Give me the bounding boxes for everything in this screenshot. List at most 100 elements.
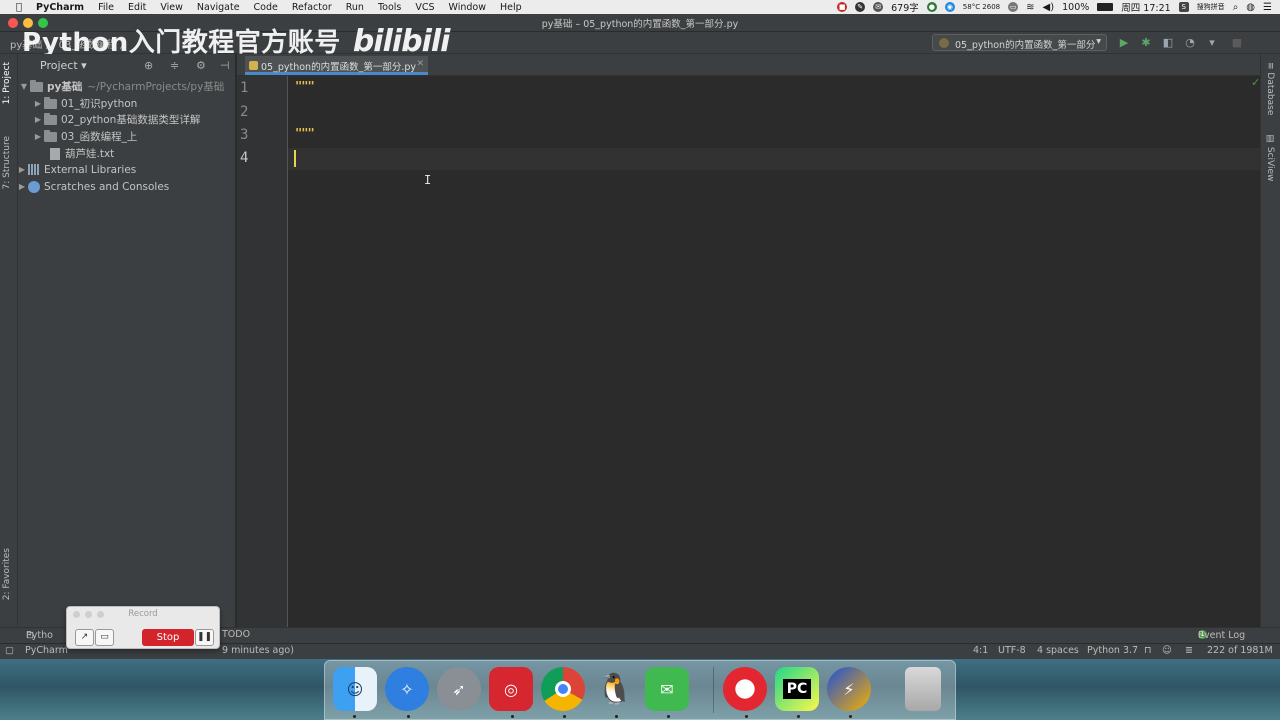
inspector-icon[interactable]: ☺: [1162, 645, 1172, 656]
run-icon[interactable]: ▶: [1117, 36, 1131, 50]
menu-app-name[interactable]: PyCharm: [36, 2, 84, 13]
pycharm-icon[interactable]: PC: [775, 667, 819, 711]
tab-current-file[interactable]: 05_python的内置函数_第一部分.py ✕: [245, 56, 428, 75]
volume-icon[interactable]: ◀): [1043, 2, 1055, 13]
stop-recording-button[interactable]: Stop: [142, 629, 194, 646]
collapsed-arrow-icon[interactable]: ▶: [32, 99, 44, 108]
tab-sciview[interactable]: ▥ SciView: [1265, 134, 1275, 181]
expanded-arrow-icon[interactable]: ▼: [18, 82, 30, 91]
crosshair-icon[interactable]: ⊕: [144, 59, 153, 72]
caret-position[interactable]: 4:1: [973, 645, 988, 656]
feather-icon[interactable]: ✎: [855, 2, 866, 12]
safari-icon[interactable]: ✧: [385, 667, 429, 711]
wechat-status-icon[interactable]: ✉: [873, 2, 884, 12]
airplay-icon[interactable]: ▭: [1008, 2, 1019, 12]
status-message-end[interactable]: 9 minutes ago): [222, 645, 294, 656]
tab-todo[interactable]: TODO: [222, 629, 250, 640]
tree-item-external-libraries[interactable]: ▶ External Libraries: [16, 161, 136, 178]
menu-edit[interactable]: Edit: [128, 2, 146, 13]
stop-icon[interactable]: ■: [1230, 36, 1244, 50]
tree-item-folder-01[interactable]: ▶ 01_初识python: [32, 95, 137, 112]
tab-structure[interactable]: 7: Structure: [2, 136, 12, 190]
spotlight-search-icon[interactable]: ⌕: [1233, 2, 1239, 13]
collapsed-arrow-icon[interactable]: ▶: [32, 132, 44, 141]
profile-icon[interactable]: ◔: [1183, 36, 1197, 50]
inspection-ok-icon[interactable]: ✓: [1251, 76, 1260, 89]
wifi-icon[interactable]: ≋: [1026, 2, 1034, 13]
tree-item-text-file[interactable]: 葫芦娃.txt: [50, 145, 114, 162]
coverage-icon[interactable]: ◧: [1161, 36, 1175, 50]
wechat-icon[interactable]: ✉: [645, 667, 689, 711]
running-indicator: [407, 715, 410, 718]
notification-center-icon[interactable]: ☰: [1263, 2, 1272, 13]
tree-item-scratches[interactable]: ▶ Scratches and Consoles: [16, 178, 169, 195]
pause-recording-icon[interactable]: ❚❚: [195, 629, 214, 646]
tab-project[interactable]: 1: Project: [2, 62, 12, 104]
status-circle-icon[interactable]: ●: [926, 2, 937, 12]
collapsed-arrow-icon[interactable]: ▶: [32, 115, 44, 124]
input-method-label[interactable]: 搜狗拼音: [1197, 2, 1225, 12]
folder-icon: [44, 112, 57, 125]
python-interpreter[interactable]: Python 3.7: [1087, 645, 1138, 656]
menu-file[interactable]: File: [98, 2, 114, 13]
run-configuration-select[interactable]: 05_python的内置函数_第一部分 ▾: [932, 34, 1107, 51]
chrome-icon[interactable]: [541, 667, 585, 711]
collapsed-arrow-icon[interactable]: ▶: [16, 182, 28, 191]
menu-tools[interactable]: Tools: [378, 2, 401, 13]
menu-vcs[interactable]: VCS: [415, 2, 434, 13]
concurrency-icon[interactable]: ▾: [1205, 36, 1219, 50]
qq-icon[interactable]: 🐧: [593, 667, 637, 711]
memory-indicator[interactable]: 222 of 1981M: [1207, 645, 1273, 656]
menu-refactor[interactable]: Refactor: [292, 2, 332, 13]
gear-icon[interactable]: ⚙: [196, 59, 206, 72]
menu-navigate[interactable]: Navigate: [197, 2, 240, 13]
toggle-tool-windows-icon[interactable]: ▢: [5, 645, 14, 656]
current-line-highlight: [237, 148, 1260, 170]
tree-item-folder-03[interactable]: ▶ 03_函数编程_上: [32, 128, 137, 145]
launchpad-icon[interactable]: ➶: [437, 667, 481, 711]
line-number-gutter[interactable]: 1 2 3 4: [237, 76, 288, 627]
tree-item-folder-02[interactable]: ▶ 02_python基础数据类型详解: [32, 111, 200, 128]
thunder-icon[interactable]: ⚡: [827, 667, 871, 711]
siri-icon[interactable]: ◍: [1246, 2, 1255, 13]
code-line-docstring-open[interactable]: """: [295, 79, 315, 93]
tab-database[interactable]: ≡ Database: [1265, 62, 1275, 115]
collapse-icon[interactable]: ≑: [170, 59, 179, 72]
chrome-status-icon[interactable]: ◉: [944, 2, 955, 12]
finder-icon[interactable]: ☺: [333, 667, 377, 711]
clock[interactable]: 周四 17:21: [1121, 0, 1170, 14]
macos-dock: ☺ ✧ ➶ ◎ 🐧 ✉ PC ⚡: [324, 660, 956, 720]
project-view-select[interactable]: Project ▾: [40, 59, 87, 72]
lock-icon[interactable]: ⊓: [1144, 645, 1151, 656]
menu-help[interactable]: Help: [500, 2, 522, 13]
tree-item-root[interactable]: ▼ py基础 ~/PycharmProjects/py基础: [18, 78, 224, 95]
menu-code[interactable]: Code: [254, 2, 278, 13]
weather-readout[interactable]: 58°C 2608: [963, 3, 1000, 11]
trash-icon[interactable]: [905, 667, 941, 711]
camera-toggle-icon[interactable]: ▭: [95, 629, 114, 646]
file-encoding[interactable]: UTF-8: [998, 645, 1026, 656]
folder-icon: [30, 79, 43, 92]
tab-favorites[interactable]: 2: Favorites: [2, 548, 12, 600]
close-tab-icon[interactable]: ✕: [416, 59, 424, 69]
apple-icon[interactable]: : [12, 2, 26, 13]
record-status-icon[interactable]: ■: [837, 2, 848, 12]
status-message-start[interactable]: PyCharm: [25, 645, 68, 656]
menu-view[interactable]: View: [160, 2, 183, 13]
word-count[interactable]: 679字: [891, 0, 919, 14]
menu-run[interactable]: Run: [346, 2, 364, 13]
input-method-icon[interactable]: S: [1178, 2, 1189, 12]
code-line-docstring-close[interactable]: """: [295, 126, 315, 140]
netease-music-icon[interactable]: ◎: [489, 667, 533, 711]
battery-percent[interactable]: 100%: [1062, 2, 1089, 13]
pycharm-icon-label: PC: [782, 679, 812, 699]
menu-window[interactable]: Window: [449, 2, 486, 13]
draw-pen-icon[interactable]: ↗: [75, 629, 94, 646]
record-overlay: Record ↗ ▭ Stop ❚❚: [66, 606, 220, 649]
event-icon[interactable]: ≣: [1185, 645, 1193, 656]
indent-setting[interactable]: 4 spaces: [1037, 645, 1079, 656]
hide-panel-icon[interactable]: ⊣: [220, 59, 230, 72]
debug-icon[interactable]: ✱: [1139, 36, 1153, 50]
opera-icon[interactable]: [723, 667, 767, 711]
collapsed-arrow-icon[interactable]: ▶: [16, 165, 28, 174]
